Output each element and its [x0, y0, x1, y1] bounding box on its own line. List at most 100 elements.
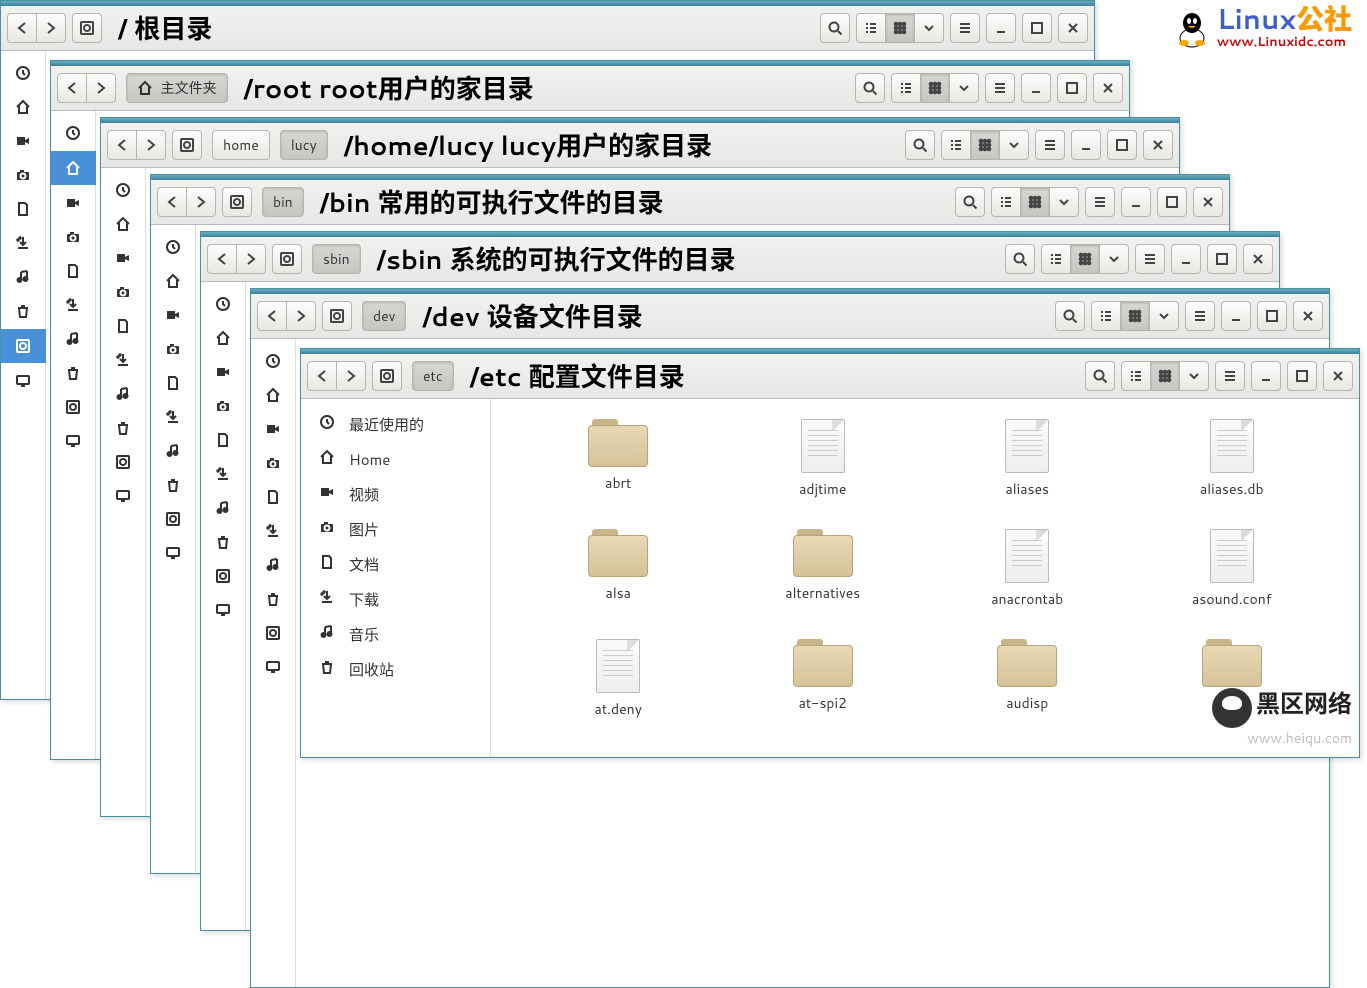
sidebar-recent-icon[interactable] — [163, 237, 183, 257]
maximize-button[interactable] — [1057, 73, 1087, 103]
close-button[interactable] — [1323, 361, 1353, 391]
path-segment[interactable]: bin — [262, 187, 304, 217]
sidebar-download-icon[interactable] — [13, 233, 33, 253]
back-button[interactable] — [257, 301, 287, 331]
view-dropdown-button[interactable] — [1179, 361, 1209, 391]
file-item[interactable]: abrt — [521, 419, 716, 499]
view-dropdown-button[interactable] — [1049, 187, 1079, 217]
close-button[interactable] — [1293, 301, 1323, 331]
path-segment[interactable]: home — [212, 130, 270, 160]
sidebar-item-download[interactable]: 下载 — [301, 582, 490, 617]
forward-button[interactable] — [36, 13, 66, 43]
view-list-button[interactable] — [1091, 301, 1121, 331]
search-button[interactable] — [955, 187, 985, 217]
sidebar-camera-icon[interactable] — [63, 227, 83, 247]
sidebar-item-music[interactable]: 音乐 — [301, 617, 490, 652]
hamburger-menu-button[interactable] — [950, 13, 980, 43]
path-root-button[interactable] — [272, 244, 302, 274]
sidebar-download-icon[interactable] — [163, 407, 183, 427]
maximize-button[interactable] — [1257, 301, 1287, 331]
minimize-button[interactable] — [1121, 187, 1151, 217]
sidebar-music-icon[interactable] — [113, 384, 133, 404]
forward-button[interactable] — [86, 73, 116, 103]
sidebar-music-icon[interactable] — [163, 441, 183, 461]
back-button[interactable] — [107, 130, 137, 160]
sidebar-home-icon[interactable] — [263, 385, 283, 405]
file-item[interactable]: audisp — [930, 639, 1125, 719]
hamburger-menu-button[interactable] — [985, 73, 1015, 103]
sidebar-video-icon[interactable] — [113, 248, 133, 268]
forward-button[interactable] — [136, 130, 166, 160]
sidebar-disk-icon[interactable] — [263, 623, 283, 643]
sidebar-home-icon[interactable] — [13, 97, 33, 117]
search-button[interactable] — [1055, 301, 1085, 331]
view-dropdown-button[interactable] — [1149, 301, 1179, 331]
minimize-button[interactable] — [1021, 73, 1051, 103]
sidebar-computer-icon[interactable] — [263, 657, 283, 677]
sidebar-home-icon[interactable] — [163, 271, 183, 291]
hamburger-menu-button[interactable] — [1085, 187, 1115, 217]
sidebar-trash-icon[interactable] — [163, 475, 183, 495]
sidebar-trash-icon[interactable] — [63, 363, 83, 383]
close-button[interactable] — [1093, 73, 1123, 103]
path-root-button[interactable] — [172, 130, 202, 160]
sidebar-trash-icon[interactable] — [113, 418, 133, 438]
hamburger-menu-button[interactable] — [1135, 244, 1165, 274]
search-button[interactable] — [820, 13, 850, 43]
sidebar-doc-icon[interactable] — [213, 430, 233, 450]
view-grid-button[interactable] — [1020, 187, 1050, 217]
path-segment[interactable]: etc — [412, 361, 454, 391]
view-dropdown-button[interactable] — [1099, 244, 1129, 274]
sidebar-doc-icon[interactable] — [63, 261, 83, 281]
view-list-button[interactable] — [1041, 244, 1071, 274]
file-item[interactable]: anacrontab — [930, 529, 1125, 609]
sidebar-disk-icon[interactable] — [213, 566, 233, 586]
sidebar-video-icon[interactable] — [213, 362, 233, 382]
file-item[interactable]: asound.conf — [1135, 529, 1330, 609]
sidebar-trash-icon[interactable] — [13, 301, 33, 321]
sidebar-item-doc[interactable]: 文档 — [301, 547, 490, 582]
sidebar-computer-icon[interactable] — [13, 371, 33, 391]
sidebar-disk-icon[interactable] — [113, 452, 133, 472]
close-button[interactable] — [1243, 244, 1273, 274]
view-grid-button[interactable] — [1150, 361, 1180, 391]
forward-button[interactable] — [186, 187, 216, 217]
view-list-button[interactable] — [1121, 361, 1151, 391]
forward-button[interactable] — [286, 301, 316, 331]
back-button[interactable] — [157, 187, 187, 217]
sidebar-recent-icon[interactable] — [263, 351, 283, 371]
hamburger-menu-button[interactable] — [1035, 130, 1065, 160]
sidebar-item-video[interactable]: 视频 — [301, 477, 490, 512]
sidebar-computer-icon[interactable] — [63, 431, 83, 451]
sidebar-recent-icon[interactable] — [13, 63, 33, 83]
view-list-button[interactable] — [991, 187, 1021, 217]
view-grid-button[interactable] — [920, 73, 950, 103]
back-button[interactable] — [307, 361, 337, 391]
sidebar-download-icon[interactable] — [263, 521, 283, 541]
close-button[interactable] — [1143, 130, 1173, 160]
minimize-button[interactable] — [1221, 301, 1251, 331]
file-item[interactable]: adjtime — [726, 419, 921, 499]
sidebar-home-icon[interactable] — [113, 214, 133, 234]
view-dropdown-button[interactable] — [999, 130, 1029, 160]
minimize-button[interactable] — [1251, 361, 1281, 391]
view-grid-button[interactable] — [885, 13, 915, 43]
view-grid-button[interactable] — [1070, 244, 1100, 274]
sidebar-doc-icon[interactable] — [13, 199, 33, 219]
sidebar-computer-icon[interactable] — [113, 486, 133, 506]
sidebar-recent-icon[interactable] — [63, 123, 83, 143]
search-button[interactable] — [1005, 244, 1035, 274]
sidebar-disk-icon[interactable] — [1, 329, 46, 363]
sidebar-computer-icon[interactable] — [163, 543, 183, 563]
hamburger-menu-button[interactable] — [1215, 361, 1245, 391]
sidebar-camera-icon[interactable] — [263, 453, 283, 473]
close-button[interactable] — [1058, 13, 1088, 43]
sidebar-disk-icon[interactable] — [63, 397, 83, 417]
path-root-button[interactable] — [372, 361, 402, 391]
sidebar-music-icon[interactable] — [213, 498, 233, 518]
view-list-button[interactable] — [856, 13, 886, 43]
view-grid-button[interactable] — [1120, 301, 1150, 331]
path-home-button[interactable]: 主文件夹 — [126, 73, 228, 103]
search-button[interactable] — [1085, 361, 1115, 391]
sidebar-camera-icon[interactable] — [163, 339, 183, 359]
